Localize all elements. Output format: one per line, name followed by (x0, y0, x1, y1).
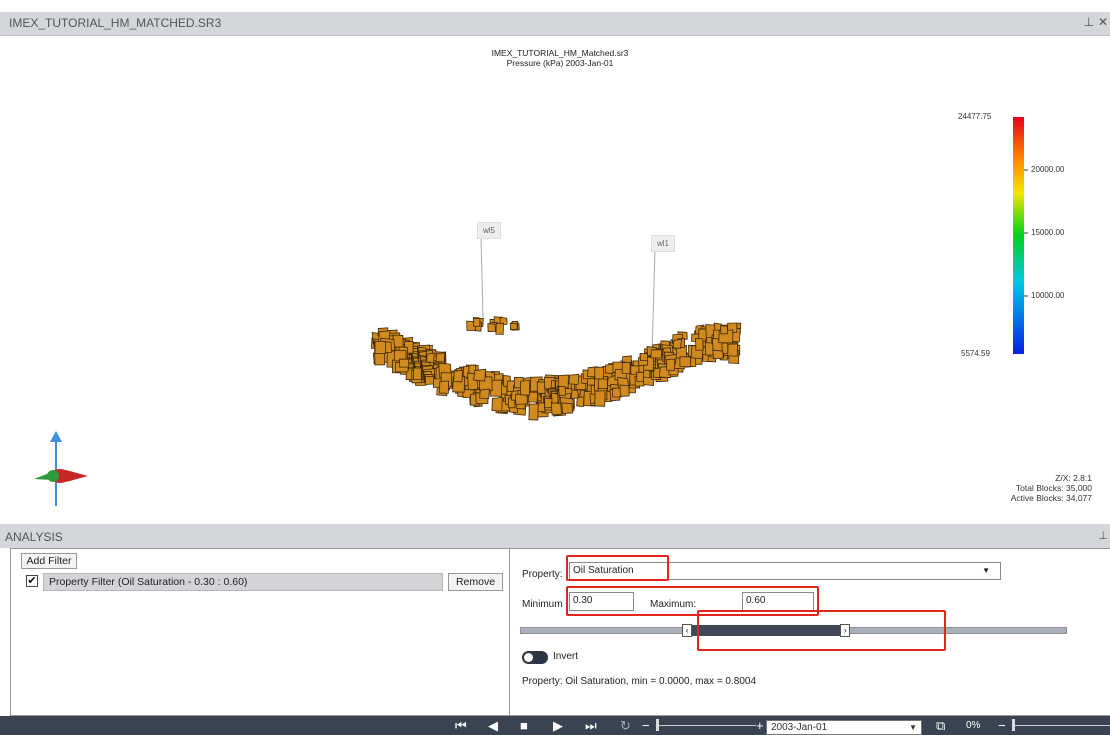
add-filter-button[interactable]: Add Filter (21, 553, 77, 569)
reservoir-block (528, 403, 539, 421)
invert-label: Invert (553, 651, 579, 662)
total-blocks: Total Blocks: 35,000 (1015, 483, 1092, 493)
reservoir-block (519, 380, 531, 396)
reservoir-block (652, 367, 661, 379)
pin-icon[interactable]: ⊥ (1084, 15, 1094, 29)
reservoir-block (479, 388, 490, 400)
legend-tick-10000: 10000.00 (1031, 291, 1065, 300)
window-title-bar: IMEX_TUTORIAL_HM_MATCHED.SR3 ⊥ ✕ (0, 12, 1110, 36)
analysis-title-bar: ANALYSIS ⊥ (0, 524, 1110, 548)
filter-list-panel: Add Filter ✔ Property Filter (Oil Satura… (10, 548, 510, 716)
remove-filter-button[interactable]: Remove (448, 573, 503, 591)
3d-viewport[interactable]: IMEX_TUTORIAL_HM_Matched.sr3 Pressure (k… (0, 36, 1110, 520)
zoom-slider-handle[interactable] (1012, 719, 1015, 731)
reservoir-block (679, 356, 691, 368)
time-slider-minus[interactable]: − (642, 717, 650, 734)
grid-stats: Z/X: 2.8:1 Total Blocks: 35,000 Active B… (1011, 473, 1092, 503)
reservoir-block (439, 380, 450, 394)
reservoir-block (650, 349, 662, 359)
legend-min: 5574.59 (961, 349, 990, 358)
reservoir-block (473, 317, 481, 327)
reservoir-block (672, 338, 682, 349)
reservoir-block (594, 366, 604, 380)
reservoir-render (34, 117, 1028, 506)
property-summary: Property: Oil Saturation, min = 0.0000, … (522, 676, 757, 687)
reservoir-blocks (370, 316, 742, 421)
skip-start-icon[interactable]: ⏮ (455, 717, 467, 734)
legend-tick-15000: 15000.00 (1031, 228, 1065, 237)
legend-color-bar (1013, 117, 1024, 354)
stop-icon[interactable]: ■ (520, 717, 528, 734)
reservoir-block (487, 323, 496, 333)
reservoir-block (435, 352, 446, 363)
reservoir-block (453, 369, 463, 383)
reservoir-block (636, 371, 644, 382)
zx-ratio: Z/X: 2.8:1 (1055, 473, 1092, 483)
reservoir-block (666, 358, 676, 371)
filter-properties-panel: Property: Oil Saturation ▼ Minimum 0.30 … (510, 548, 1110, 716)
zoom-percent: 0% (966, 720, 981, 731)
minimum-label: Minimum (522, 599, 563, 610)
skip-end-icon[interactable]: ⏭ (585, 717, 597, 734)
reservoir-block (426, 352, 435, 363)
reservoir-block (597, 378, 608, 389)
reservoir-block (424, 375, 435, 385)
reservoir-block (727, 343, 738, 357)
pin-icon[interactable]: ⊥ (1098, 529, 1108, 542)
filter-list-item[interactable]: Property Filter (Oil Saturation - 0.30 :… (43, 573, 443, 591)
well-stick-wl1 (651, 249, 656, 355)
well-stick-wl5 (480, 236, 484, 318)
filter-checkbox[interactable]: ✔ (26, 575, 38, 587)
reservoir-block (473, 368, 487, 382)
reservoir-block (491, 397, 503, 412)
reservoir-block (509, 322, 518, 331)
loop-icon[interactable]: ↻ (620, 717, 631, 734)
reservoir-block (514, 393, 528, 405)
range-slider-highlight (697, 610, 946, 651)
invert-toggle[interactable] (522, 651, 548, 664)
reservoir-block (551, 392, 559, 404)
legend-max: 24477.75 (958, 112, 992, 121)
analysis-title: ANALYSIS (5, 530, 63, 544)
chevron-down-icon: ▼ (982, 566, 990, 575)
close-icon[interactable]: ✕ (1098, 15, 1108, 29)
playback-toolbar: ⏮ ◀ ■ ▶ ⏭ ↻ − + 2003-Jan-01 ▼ ⧉ 0% − (0, 716, 1110, 735)
time-slider[interactable] (656, 725, 756, 726)
property-label: Property: (522, 569, 563, 580)
play-icon[interactable]: ▶ (553, 717, 563, 734)
copy-icon[interactable]: ⧉ (936, 717, 945, 734)
reservoir-block (568, 373, 580, 385)
reservoir-block (621, 362, 631, 375)
legend-tick-20000: 20000.00 (1031, 165, 1065, 174)
axis-triad-icon (34, 431, 88, 506)
range-handle-min[interactable]: ‹ (682, 624, 693, 637)
reservoir-block (604, 364, 614, 374)
property-highlight (566, 555, 669, 581)
reservoir-block (495, 322, 504, 335)
reservoir-block (639, 353, 649, 362)
reservoir-block (561, 402, 573, 414)
active-blocks: Active Blocks: 34,077 (1010, 493, 1092, 503)
zoom-slider-minus[interactable]: − (998, 717, 1006, 734)
time-slider-handle[interactable] (656, 719, 659, 731)
zoom-slider[interactable] (1012, 725, 1110, 726)
time-slider-plus[interactable]: + (756, 717, 764, 734)
reservoir-block (528, 391, 538, 403)
date-select[interactable]: 2003-Jan-01 ▼ (766, 720, 922, 735)
reservoir-block (594, 390, 606, 407)
step-back-icon[interactable]: ◀ (488, 717, 498, 734)
well-label-wl1: wl1 (651, 235, 676, 252)
window-title: IMEX_TUTORIAL_HM_MATCHED.SR3 (9, 16, 222, 30)
well-label-wl5: wl5 (477, 222, 502, 239)
reservoir-block (399, 358, 410, 368)
reservoir-block (712, 349, 724, 360)
reservoir-block (413, 367, 422, 380)
reservoir-block (720, 325, 729, 335)
date-select-value: 2003-Jan-01 (771, 722, 828, 733)
reservoir-block (695, 337, 704, 351)
chevron-down-icon: ▼ (909, 723, 917, 732)
reservoir-block (374, 340, 386, 354)
reservoir-block (619, 384, 630, 397)
reservoir-block (558, 385, 566, 396)
